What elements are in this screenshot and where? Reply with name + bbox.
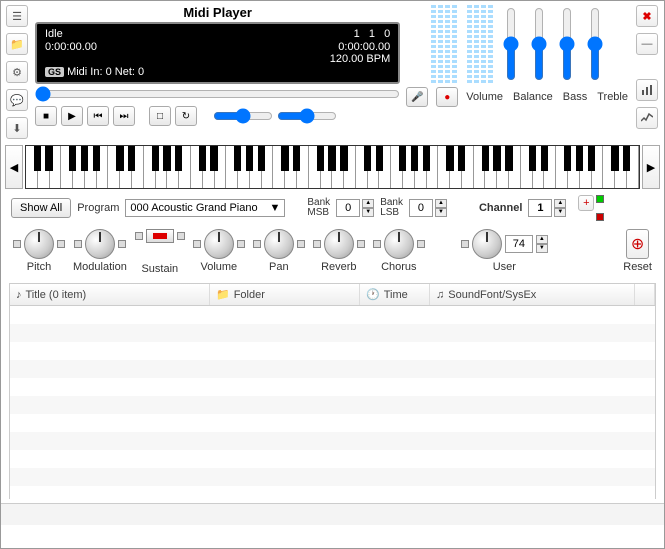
minimize-button[interactable]: — [636,33,658,55]
col-title[interactable]: ♪ Title (0 item) [10,284,210,305]
program-label: Program [77,202,119,214]
bank-lsb-up[interactable]: ▲ [435,199,447,208]
channel-value[interactable]: 1 [528,199,552,217]
pan-knob[interactable] [264,229,294,259]
bank-lsb-label: Bank LSB [380,198,403,218]
chorus-label: Chorus [381,261,416,273]
prev-button[interactable]: ⏮ [87,106,109,126]
settings-button[interactable]: ⚙ [6,61,28,83]
menu-button[interactable]: ☰ [6,5,28,27]
pitch-knob[interactable] [24,229,54,259]
bank-msb-up[interactable]: ▲ [362,199,374,208]
add-channel-button[interactable]: + [578,195,594,211]
pitch-slider[interactable] [277,108,337,124]
user-knob[interactable] [472,229,502,259]
channel-led-red [596,213,604,221]
volume-knob[interactable] [204,229,234,259]
user-label: User [493,261,516,273]
lcd-time-elapsed: 0:00:00.00 [45,41,97,53]
col-spacer [635,284,655,305]
record-button[interactable]: ● [436,87,458,107]
treble-label: Treble [597,91,628,103]
channel-up[interactable]: ▲ [554,199,566,208]
bank-msb-label: Bank MSB [307,198,330,218]
vu-meter-left [431,5,457,83]
user-down[interactable]: ▼ [536,244,548,253]
app-title: Midi Player [35,5,400,20]
volume-slider[interactable] [503,7,519,81]
col-folder[interactable]: 📁 Folder [210,284,360,305]
lcd-tempo: 120.00 BPM [330,53,391,65]
volume-knob-label: Volume [200,261,237,273]
sustain-indicator[interactable] [146,229,174,243]
channel-down[interactable]: ▼ [554,208,566,217]
bar-chart-button[interactable] [636,79,658,101]
bass-label: Bass [563,91,587,103]
tempo-slider[interactable] [213,108,273,124]
treble-slider[interactable] [587,7,603,81]
lcd-display: Idle 1 1 0 0:00:00.00 0:00:00.00 120.00 … [35,22,400,84]
col-time[interactable]: 🕐 Time [360,284,430,305]
play-button[interactable]: ▶ [61,106,83,126]
bank-msb-value[interactable]: 0 [336,199,360,217]
lcd-status: Idle [45,28,63,40]
stop-button[interactable]: ■ [35,106,57,126]
bass-slider[interactable] [559,7,575,81]
user-up[interactable]: ▲ [536,235,548,244]
volume-label: Volume [466,91,503,103]
reverb-label: Reverb [321,261,356,273]
vu-meter-right [467,5,493,83]
keyboard-scroll-right[interactable]: ▶ [642,145,660,189]
modulation-knob[interactable] [85,229,115,259]
col-soundfont[interactable]: ♫ SoundFont/SysEx [430,284,635,305]
lcd-position: 1 1 0 [354,28,391,40]
balance-label: Balance [513,91,553,103]
repeat-button[interactable]: □ [149,106,171,126]
channel-led-green [596,195,604,203]
show-all-button[interactable]: Show All [11,198,71,218]
piano-keyboard[interactable] [25,145,640,189]
mic-button[interactable]: 🎤 [406,87,428,107]
seek-slider[interactable] [35,86,400,102]
program-combo[interactable]: 000 Acoustic Grand Piano▼ [125,199,285,217]
statusbar [1,503,664,525]
modulation-label: Modulation [73,261,127,273]
reset-label: Reset [623,261,652,273]
comment-button[interactable]: 💬 [6,89,28,111]
open-folder-button[interactable]: 📁 [6,33,28,55]
close-button[interactable]: ✖ [636,5,658,27]
pitch-label: Pitch [27,261,51,273]
bank-lsb-down[interactable]: ▼ [435,208,447,217]
bank-msb-down[interactable]: ▼ [362,208,374,217]
waveform-button[interactable] [636,107,658,129]
user-value[interactable]: 74 [505,235,533,253]
chorus-knob[interactable] [384,229,414,259]
keyboard-scroll-left[interactable]: ◀ [5,145,23,189]
loop-button[interactable]: ↻ [175,106,197,126]
bank-lsb-value[interactable]: 0 [409,199,433,217]
balance-slider[interactable] [531,7,547,81]
pitch-led [13,240,21,248]
channel-label: Channel [479,202,522,214]
pan-label: Pan [269,261,289,273]
next-button[interactable]: ⏭ [113,106,135,126]
playlist-table: ♪ Title (0 item) 📁 Folder 🕐 Time ♫ Sound… [9,283,656,499]
download-button[interactable]: ⬇ [6,117,28,139]
reverb-knob[interactable] [324,229,354,259]
playlist-body[interactable] [10,306,655,500]
reset-button[interactable]: ⊕ [626,229,649,259]
lcd-midi-info: GS Midi In: 0 Net: 0 [45,66,144,78]
sustain-label: Sustain [141,263,178,275]
lcd-time-total: 0:00:00.00 [338,41,390,53]
